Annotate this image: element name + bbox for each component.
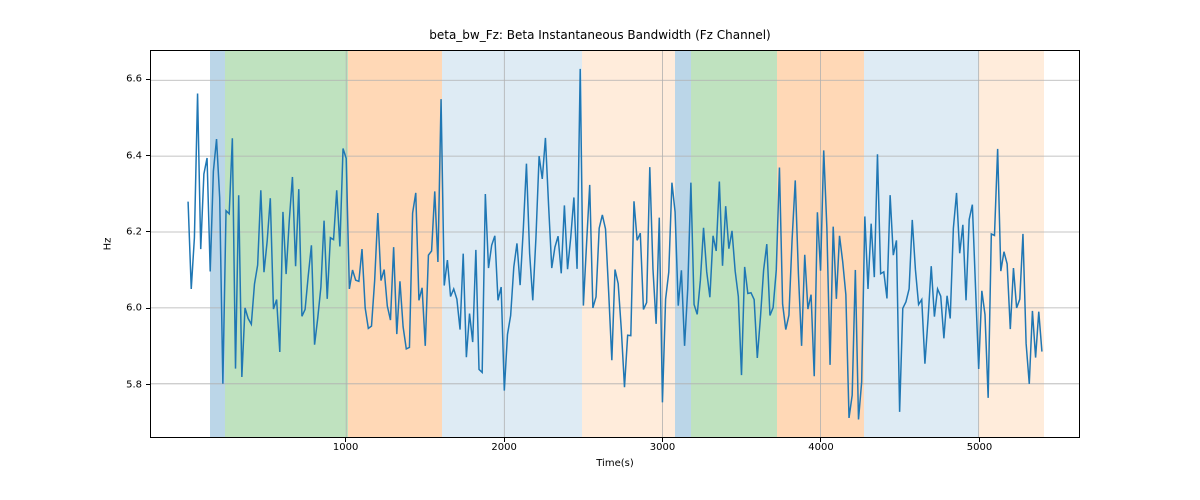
x-tick-label: 3000 bbox=[650, 442, 675, 453]
x-tick-label: 2000 bbox=[491, 442, 516, 453]
y-tick-label: 6.4 bbox=[126, 150, 142, 161]
series-line bbox=[188, 69, 1042, 420]
y-tick-label: 5.8 bbox=[126, 379, 142, 390]
x-tick-label: 5000 bbox=[967, 442, 992, 453]
plot-area bbox=[150, 50, 1080, 438]
x-tick-label: 1000 bbox=[333, 442, 358, 453]
x-axis-label: Time(s) bbox=[150, 458, 1080, 469]
chart-title: beta_bw_Fz: Beta Instantaneous Bandwidth… bbox=[0, 28, 1200, 42]
x-tick-label: 4000 bbox=[808, 442, 833, 453]
figure: beta_bw_Fz: Beta Instantaneous Bandwidth… bbox=[0, 0, 1200, 500]
y-tick-label: 6.2 bbox=[126, 226, 142, 237]
data-line bbox=[151, 51, 1079, 437]
y-tick-label: 6.0 bbox=[126, 303, 142, 314]
y-tick-label: 6.6 bbox=[126, 74, 142, 85]
y-axis-label: Hz bbox=[103, 238, 114, 251]
